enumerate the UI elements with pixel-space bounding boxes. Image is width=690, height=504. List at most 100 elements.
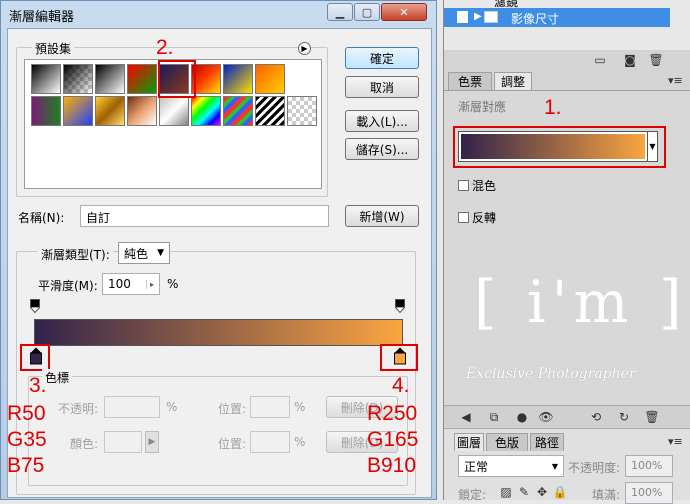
opacity-unit: % [166, 400, 178, 414]
color-stop-left[interactable] [30, 347, 42, 365]
smoothness-value: 100 [108, 277, 131, 291]
smoothness-label: 平滑度(M): [38, 279, 98, 293]
preset-swatch[interactable] [191, 96, 221, 126]
preset-swatch[interactable] [127, 64, 157, 94]
layer-opacity-input[interactable]: 100% [625, 455, 673, 477]
annotation-right-r: R250 [367, 402, 418, 425]
load-button[interactable]: 載入(L)... [345, 110, 419, 132]
history-item-selected[interactable]: ▶ 影像尺寸 [444, 8, 670, 27]
close-icon[interactable]: ✕ [381, 3, 427, 21]
watermark-logo: [ i'm ] [474, 268, 688, 336]
annotation-right-b: B910 [367, 454, 417, 477]
lock-transparency-icon[interactable]: ▨ [498, 484, 514, 500]
presets-label: 預設集 [32, 40, 75, 57]
stop-icon[interactable]: ▭ [592, 52, 608, 68]
preset-swatch[interactable] [255, 64, 285, 94]
layers-tabs: 圖層 色版 路徑 [454, 433, 564, 451]
preset-swatch[interactable] [31, 96, 61, 126]
reset-icon[interactable]: ↻ [616, 409, 632, 425]
lock-position-icon[interactable]: ✥ [534, 484, 550, 500]
new-button[interactable]: 新增(W) [345, 205, 419, 227]
preset-swatch[interactable] [287, 96, 317, 126]
expand-view-icon[interactable]: ⧉ [486, 409, 502, 425]
cancel-button[interactable]: 取消 [345, 76, 419, 98]
lock-label: 鎖定: [458, 488, 487, 502]
opacity-stop-right[interactable] [395, 299, 405, 314]
title-bar[interactable]: 漸層編輯器 ▁ ▢ ✕ [1, 1, 436, 27]
panel-menu-icon[interactable]: ▾≡ [668, 74, 683, 87]
save-button[interactable]: 儲存(S)... [345, 138, 419, 160]
lock-paint-icon[interactable]: ✎ [516, 484, 532, 500]
gradient-type-label: 漸層類型(T): [38, 246, 113, 263]
stop-opacity-input[interactable] [104, 396, 160, 418]
preset-swatch[interactable] [255, 96, 285, 126]
preset-swatch[interactable] [127, 96, 157, 126]
trash-icon[interactable]: 🗑 [648, 52, 664, 68]
previous-state-icon[interactable]: ⟲ [588, 409, 604, 425]
annotation-2: 2. [156, 36, 174, 59]
color-location-label: 位置: [218, 437, 247, 451]
history-checkbox[interactable] [457, 11, 468, 23]
panel-menu-icon[interactable]: ▾≡ [668, 435, 683, 448]
preset-swatch[interactable] [31, 64, 61, 94]
presets-menu-arrow-icon[interactable]: ▶ [298, 42, 311, 55]
gradient-editor-dialog: 漸層編輯器 ▁ ▢ ✕ 預設集 ▶ 2. 確定 取消 載入(L)... 儲存(S… [0, 0, 437, 500]
stop-color-swatch[interactable] [104, 431, 142, 453]
preset-swatch[interactable] [223, 96, 253, 126]
color-stop-right[interactable] [394, 347, 406, 365]
gradient-map-preview[interactable] [461, 134, 645, 159]
gradient-type-select[interactable]: 純色 ▼ [118, 242, 170, 264]
name-input[interactable]: 自訂 [80, 205, 329, 227]
right-panels: 濾鏡 ▶ 影像尺寸 ▭ ◙ 🗑 色票 調整 ▾≡ 漸層對應 1. ▼ 混色 反轉… [443, 0, 690, 504]
tab-paths[interactable]: 路徑 [530, 433, 564, 451]
preset-swatch[interactable] [223, 64, 253, 94]
preset-swatch[interactable] [63, 96, 93, 126]
preset-swatch[interactable] [63, 64, 93, 94]
annotation-left-g: G35 [7, 428, 47, 451]
watermark-text: Exclusive Photographer [466, 366, 636, 382]
chevron-down-icon: ▼ [551, 461, 558, 471]
visibility-eye-icon[interactable]: 👁 [538, 409, 554, 425]
camera-icon[interactable]: ◙ [622, 52, 638, 68]
dialog-title: 漸層編輯器 [9, 10, 75, 25]
preset-swatch[interactable] [95, 64, 125, 94]
color-location-unit: % [294, 435, 306, 449]
annotation-3: 3. [29, 374, 47, 397]
tab-swatches[interactable]: 色票 [448, 72, 492, 90]
history-state-arrow-icon: ▶ [474, 11, 482, 22]
gradient-bar[interactable] [34, 319, 403, 346]
ok-button[interactable]: 確定 [345, 47, 419, 69]
color-menu-arrow-icon[interactable]: ▶ [145, 431, 159, 453]
opacity-location-input[interactable] [250, 396, 290, 418]
clip-layer-icon[interactable]: ● [514, 409, 530, 425]
tab-channels[interactable]: 色版 [486, 433, 528, 451]
chevron-down-icon[interactable]: ▼ [647, 132, 657, 161]
color-location-input[interactable] [250, 431, 290, 453]
stepper-arrow-icon[interactable]: ▸ [145, 279, 154, 289]
smoothness-input[interactable]: 100 ▸ [102, 273, 160, 295]
tab-layers[interactable]: 圖層 [454, 433, 484, 451]
chevron-down-icon: ▼ [157, 248, 164, 258]
tab-adjustments[interactable]: 調整 [494, 72, 532, 90]
dither-checkbox[interactable] [458, 180, 469, 191]
adjust-tabs: 色票 調整 [448, 72, 534, 90]
adjust-toolbar: ◀ ⧉ ● 👁 ⟲ ↻ 🗑 [444, 405, 690, 427]
reverse-checkbox[interactable] [458, 212, 469, 223]
annotation-left-b: B75 [7, 454, 45, 477]
annotation-left-r: R50 [7, 402, 46, 425]
maximize-icon[interactable]: ▢ [354, 3, 380, 21]
trash-icon[interactable]: 🗑 [644, 409, 660, 425]
location-label: 位置: [218, 402, 247, 416]
blend-mode-select[interactable]: 正常 ▼ [458, 455, 564, 477]
history-item-label: 影像尺寸 [511, 12, 560, 26]
preset-swatch[interactable] [159, 96, 189, 126]
lock-icon[interactable]: 🔒 [552, 484, 568, 500]
back-arrow-icon[interactable]: ◀ [458, 409, 474, 425]
gradient-map-picker[interactable]: ▼ [458, 131, 658, 162]
opacity-stop-left[interactable] [30, 299, 40, 314]
preset-swatch[interactable] [95, 96, 125, 126]
fill-input[interactable]: 100% [625, 482, 673, 504]
action-icon [484, 11, 498, 23]
minimize-icon[interactable]: ▁ [327, 3, 353, 21]
annotation-box-2 [158, 60, 196, 98]
